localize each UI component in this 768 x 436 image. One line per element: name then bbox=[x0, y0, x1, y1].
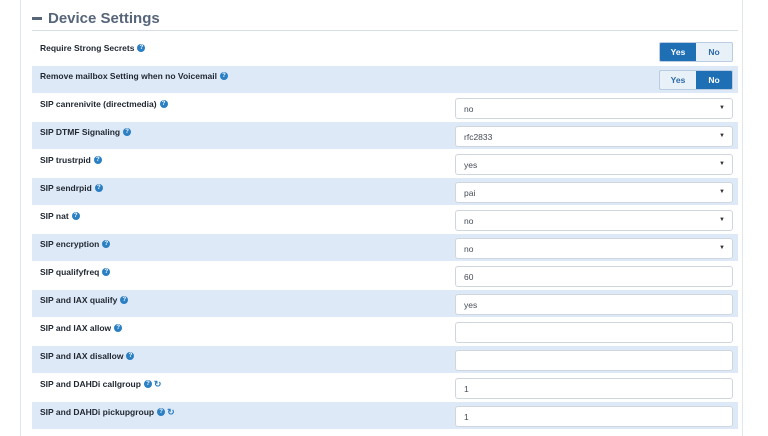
select-value: rfc2833 bbox=[464, 131, 493, 142]
section-header-device-settings[interactable]: Device Settings bbox=[32, 9, 160, 27]
help-icon: ? bbox=[93, 156, 102, 164]
setting-text-input[interactable] bbox=[455, 322, 733, 343]
setting-row: SIP DTMF Signaling? rfc2833 ▼ bbox=[32, 121, 738, 149]
setting-label: SIP and DAHDi callgroup? ↻ bbox=[40, 379, 161, 389]
setting-text-input[interactable]: 60 bbox=[455, 266, 733, 287]
help-icon: ? bbox=[137, 44, 146, 52]
help-icon: ? bbox=[102, 268, 111, 276]
input-value: yes bbox=[464, 299, 478, 310]
setting-label: SIP canrenivite (directmedia)? bbox=[40, 99, 168, 109]
setting-label-text: SIP encryption bbox=[40, 239, 100, 249]
caret-down-icon[interactable]: ▼ bbox=[719, 217, 725, 223]
setting-row: SIP trustrpid? yes ▼ bbox=[32, 149, 738, 177]
setting-label: Require Strong Secrets? bbox=[40, 43, 146, 53]
toggle-option-no[interactable]: No bbox=[696, 71, 732, 89]
help-icon: ? bbox=[219, 72, 228, 80]
help-icon: ? bbox=[143, 380, 152, 388]
setting-label-text: Require Strong Secrets bbox=[40, 43, 135, 53]
frame-right-border bbox=[742, 0, 743, 436]
setting-label-text: SIP canrenivite (directmedia) bbox=[40, 99, 157, 109]
setting-label-text: SIP and DAHDi pickupgroup bbox=[40, 407, 155, 417]
collapse-minus-icon[interactable] bbox=[32, 17, 42, 20]
setting-label-text: SIP trustrpid bbox=[40, 155, 91, 165]
help-icon: ? bbox=[157, 408, 166, 416]
setting-label-text: SIP sendrpid bbox=[40, 183, 92, 193]
setting-row: Require Strong Secrets? Yes No bbox=[32, 37, 738, 65]
caret-down-icon[interactable]: ▼ bbox=[719, 189, 725, 195]
toggle-option-yes[interactable]: Yes bbox=[660, 43, 696, 61]
setting-row: Remove mailbox Setting when no Voicemail… bbox=[32, 65, 738, 93]
setting-label: SIP and IAX qualify? bbox=[40, 295, 129, 305]
setting-text-input[interactable]: yes bbox=[455, 294, 733, 315]
setting-label: SIP and IAX disallow? bbox=[40, 351, 135, 361]
settings-list: Require Strong Secrets? Yes No Remove mailb… bbox=[32, 37, 738, 429]
setting-row: SIP nat? no ▼ bbox=[32, 205, 738, 233]
select-value: no bbox=[464, 243, 474, 254]
setting-text-input[interactable]: 1 bbox=[455, 406, 733, 427]
toggle-option-yes[interactable]: Yes bbox=[660, 71, 696, 89]
setting-label: SIP and DAHDi pickupgroup? ↻ bbox=[40, 407, 175, 417]
setting-row: SIP canrenivite (directmedia)? no ▼ bbox=[32, 93, 738, 121]
setting-select[interactable]: pai ▼ bbox=[455, 182, 733, 203]
setting-select[interactable]: yes ▼ bbox=[455, 154, 733, 175]
setting-label: SIP and IAX allow? bbox=[40, 323, 123, 333]
setting-label-text: SIP qualifyfreq bbox=[40, 267, 100, 277]
setting-label: SIP DTMF Signaling? bbox=[40, 127, 132, 137]
setting-label-text: SIP DTMF Signaling bbox=[40, 127, 121, 137]
caret-down-icon[interactable]: ▼ bbox=[719, 105, 725, 111]
setting-label: SIP encryption? bbox=[40, 239, 111, 249]
help-icon: ? bbox=[126, 352, 135, 360]
setting-label-text: SIP nat bbox=[40, 211, 69, 221]
input-value: 60 bbox=[464, 271, 474, 282]
setting-label-text: SIP and IAX disallow bbox=[40, 351, 124, 361]
yes-no-toggle[interactable]: Yes No bbox=[659, 42, 733, 62]
setting-row: SIP and IAX qualify? yes bbox=[32, 289, 738, 317]
setting-label-text: SIP and IAX qualify bbox=[40, 295, 118, 305]
toggle-option-no[interactable]: No bbox=[696, 43, 732, 61]
setting-row: SIP encryption? no ▼ bbox=[32, 233, 738, 261]
help-icon: ? bbox=[71, 212, 80, 220]
refresh-icon[interactable]: ↻ bbox=[154, 380, 162, 389]
setting-label: SIP sendrpid? bbox=[40, 183, 103, 193]
help-icon: ? bbox=[114, 324, 123, 332]
yes-no-toggle[interactable]: Yes No bbox=[659, 70, 733, 90]
setting-label: SIP trustrpid? bbox=[40, 155, 102, 165]
setting-label: SIP qualifyfreq? bbox=[40, 267, 111, 277]
setting-select[interactable]: no ▼ bbox=[455, 98, 733, 119]
setting-label-text: SIP and DAHDi callgroup bbox=[40, 379, 141, 389]
section-title: Device Settings bbox=[48, 9, 160, 27]
refresh-icon[interactable]: ↻ bbox=[167, 408, 175, 417]
setting-label: Remove mailbox Setting when no Voicemail… bbox=[40, 71, 228, 81]
setting-select[interactable]: no ▼ bbox=[455, 210, 733, 231]
help-icon: ? bbox=[159, 100, 168, 108]
setting-row: SIP and IAX allow? bbox=[32, 317, 738, 345]
help-icon: ? bbox=[94, 184, 103, 192]
setting-select[interactable]: rfc2833 ▼ bbox=[455, 126, 733, 147]
help-icon: ? bbox=[123, 128, 132, 136]
setting-label-text: Remove mailbox Setting when no Voicemail bbox=[40, 71, 217, 81]
setting-text-input[interactable] bbox=[455, 350, 733, 371]
setting-text-input[interactable]: 1 bbox=[455, 378, 733, 399]
caret-down-icon[interactable]: ▼ bbox=[719, 245, 725, 251]
input-value: 1 bbox=[464, 411, 469, 422]
caret-down-icon[interactable]: ▼ bbox=[719, 161, 725, 167]
setting-row: SIP qualifyfreq? 60 bbox=[32, 261, 738, 289]
help-icon: ? bbox=[120, 296, 129, 304]
frame-left-border bbox=[20, 0, 21, 436]
setting-label: SIP nat? bbox=[40, 211, 80, 221]
setting-label-text: SIP and IAX allow bbox=[40, 323, 112, 333]
select-value: no bbox=[464, 215, 474, 226]
setting-row: SIP sendrpid? pai ▼ bbox=[32, 177, 738, 205]
setting-row: SIP and IAX disallow? bbox=[32, 345, 738, 373]
setting-row: SIP and DAHDi pickupgroup? ↻ 1 bbox=[32, 401, 738, 429]
select-value: pai bbox=[464, 187, 476, 198]
setting-select[interactable]: no ▼ bbox=[455, 238, 733, 259]
input-value: 1 bbox=[464, 383, 469, 394]
select-value: no bbox=[464, 103, 474, 114]
select-value: yes bbox=[464, 159, 478, 170]
section-divider bbox=[32, 30, 738, 31]
caret-down-icon[interactable]: ▼ bbox=[719, 133, 725, 139]
setting-row: SIP and DAHDi callgroup? ↻ 1 bbox=[32, 373, 738, 401]
help-icon: ? bbox=[102, 240, 111, 248]
